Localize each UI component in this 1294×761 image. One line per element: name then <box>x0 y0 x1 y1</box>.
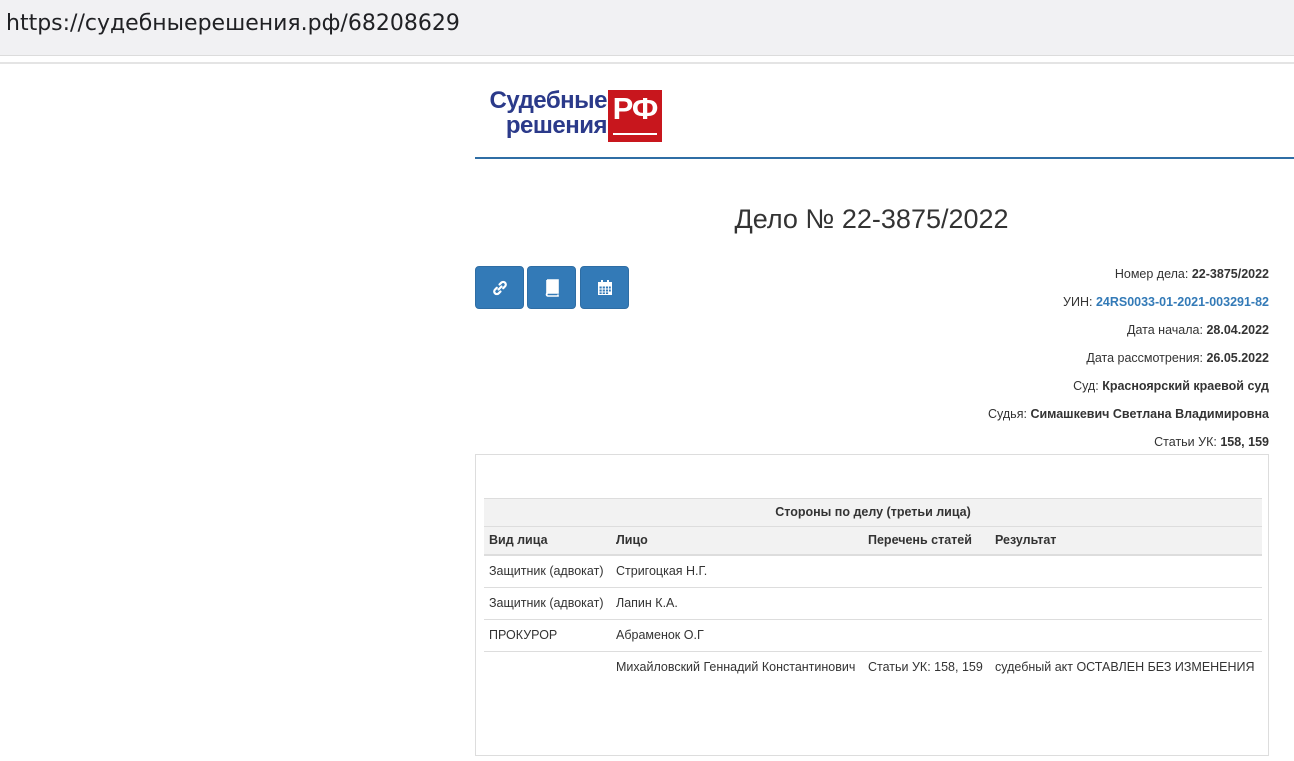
court-label: Суд: <box>1073 379 1099 393</box>
table-row: Михайловский Геннадий Константинович Ста… <box>484 651 1263 683</box>
table-row: Защитник (адвокат) Стригоцкая Н.Г. <box>484 555 1262 588</box>
judge-row: Судья: Симашкевич Светлана Владимировна <box>709 407 1269 421</box>
review-date-row: Дата рассмотрения: 26.05.2022 <box>709 351 1269 365</box>
cell-party-type: Защитник (адвокат) <box>489 564 604 578</box>
cell-person: Стригоцкая Н.Г. <box>616 564 708 578</box>
calendar-icon <box>597 279 612 295</box>
header-divider <box>475 157 1294 159</box>
url-text[interactable]: https://судебныерешения.рф/68208629 <box>6 11 460 36</box>
court-row: Суд: Красноярский краевой суд <box>709 379 1269 393</box>
case-number-label: Номер дела: <box>1114 267 1189 281</box>
cell-person: Лапин К.А. <box>611 587 863 620</box>
cell-result <box>990 619 1263 652</box>
column-header-party-type: Вид лица <box>484 526 611 556</box>
judge-label: Судья: <box>988 407 1027 421</box>
start-date-row: Дата начала: 28.04.2022 <box>709 323 1269 337</box>
column-header-result: Результат <box>990 526 1263 556</box>
cell-party-type <box>484 651 611 683</box>
articles-row: Статьи УК: 158, 159 <box>709 435 1269 449</box>
logo-badge-text: РФ <box>612 91 659 126</box>
start-date-value: 28.04.2022 <box>1206 323 1269 337</box>
judge-value: Симашкевич Светлана Владимировна <box>1030 407 1269 421</box>
uin-row: УИН: 24RS0033-01-2021-003291-82 <box>709 295 1269 309</box>
articles-value: 158, 159 <box>1220 435 1269 449</box>
court-value: Красноярский краевой суд <box>1102 379 1269 393</box>
table-caption: Стороны по делу (третьи лица) <box>484 498 1263 527</box>
case-number-value: 22-3875/2022 <box>1191 267 1269 281</box>
review-date-label: Дата рассмотрения: <box>1086 351 1203 365</box>
cell-person: Абраменок О.Г <box>611 619 863 652</box>
cell-articles <box>863 619 990 652</box>
cell-party-type: ПРОКУРОР <box>484 619 611 652</box>
site-logo[interactable]: Судебные решения РФ <box>475 88 675 144</box>
parties-panel: Стороны по делу (третьи лица) Вид лица Л… <box>475 454 1269 756</box>
cell-result <box>990 587 1263 620</box>
logo-line-1: Судебные <box>489 87 607 114</box>
cell-articles: Статьи УК: 158, 159 <box>863 651 990 683</box>
logo-badge: РФ <box>608 90 662 142</box>
uin-label: УИН: <box>1063 295 1093 309</box>
case-number-row: Номер дела: 22-3875/2022 <box>709 267 1269 281</box>
cell-result: судебный акт ОСТАВЛЕН БЕЗ ИЗМЕНЕНИЯ <box>990 651 1263 683</box>
calendar-button[interactable] <box>580 266 629 309</box>
review-date-value: 26.05.2022 <box>1206 351 1269 365</box>
page-title: Дело № 22-3875/2022 <box>734 204 1009 234</box>
logo-text: Судебные решения <box>475 88 607 138</box>
cell-person: Михайловский Геннадий Константинович <box>611 651 863 683</box>
parties-table: Стороны по делу (третьи лица) Вид лица Л… <box>484 498 1263 683</box>
browser-address-bar[interactable]: https://судебныерешения.рф/68208629 <box>0 0 1294 56</box>
page-content: Судебные решения РФ Дело № 22-3875/2022 <box>475 64 1294 761</box>
start-date-label: Дата начала: <box>1127 323 1203 337</box>
copy-link-button[interactable] <box>475 266 524 309</box>
cell-result <box>990 555 1262 588</box>
link-icon <box>492 280 507 295</box>
column-header-person: Лицо <box>611 526 863 556</box>
cell-articles <box>863 587 990 620</box>
document-button[interactable] <box>527 266 576 309</box>
table-caption-row: Стороны по делу (третьи лица) <box>484 498 1263 527</box>
table-row: ПРОКУРОР Абраменок О.Г <box>484 619 1263 652</box>
uin-link[interactable]: 24RS0033-01-2021-003291-82 <box>1096 295 1269 309</box>
articles-label: Статьи УК: <box>1154 435 1217 449</box>
column-header-articles: Перечень статей <box>863 526 990 556</box>
book-icon <box>545 278 559 297</box>
table-row: Защитник (адвокат) Лапин К.А. <box>484 587 1263 620</box>
logo-badge-underline <box>613 133 657 135</box>
logo-line-2: решения <box>505 112 608 139</box>
table-header-row: Вид лица Лицо Перечень статей Результат <box>484 526 1263 556</box>
cell-party-type: Защитник (адвокат) <box>484 587 611 620</box>
cell-articles <box>863 555 990 588</box>
